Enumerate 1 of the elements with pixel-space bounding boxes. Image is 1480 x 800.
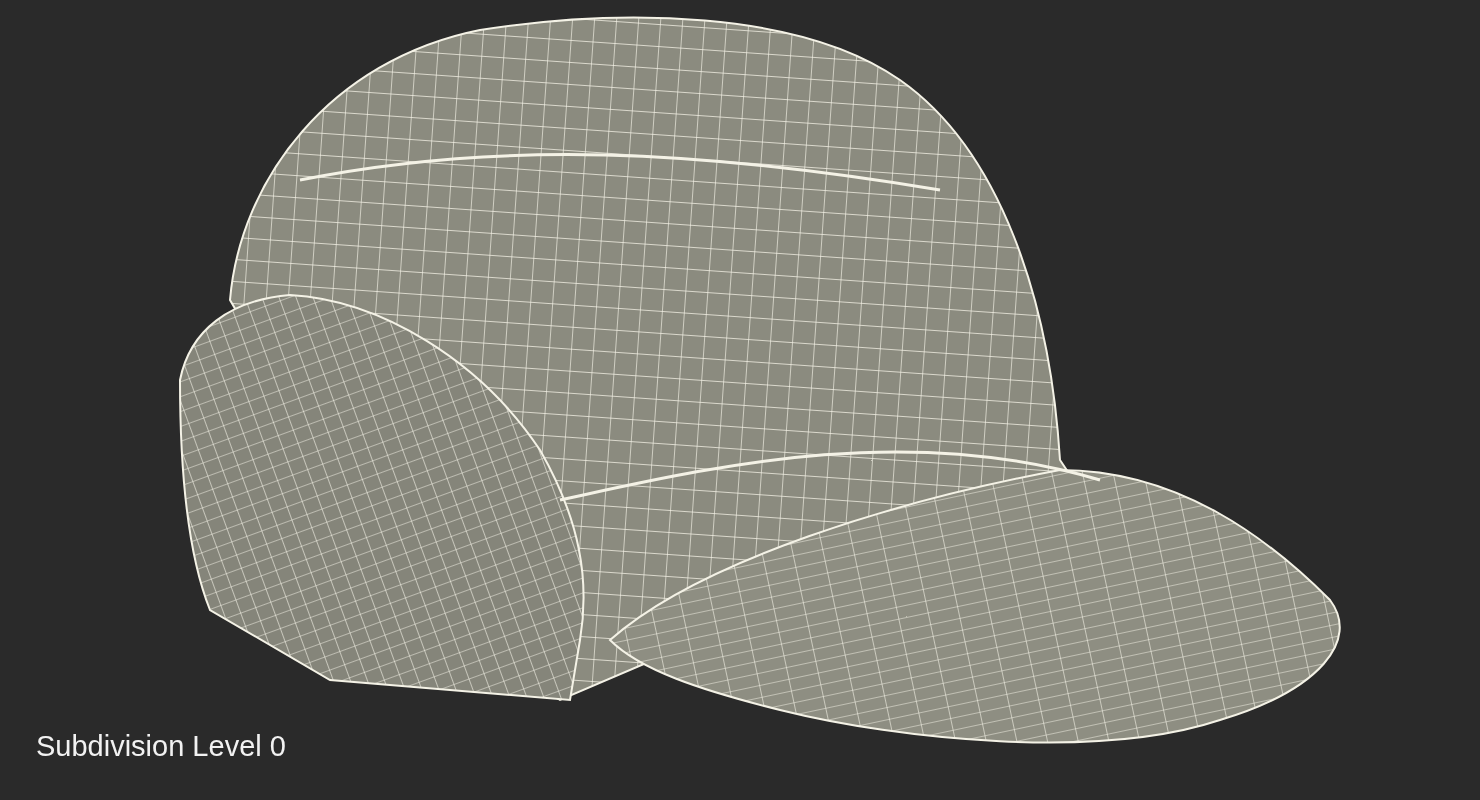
caption-text: Subdivision Level 0 (36, 730, 286, 763)
